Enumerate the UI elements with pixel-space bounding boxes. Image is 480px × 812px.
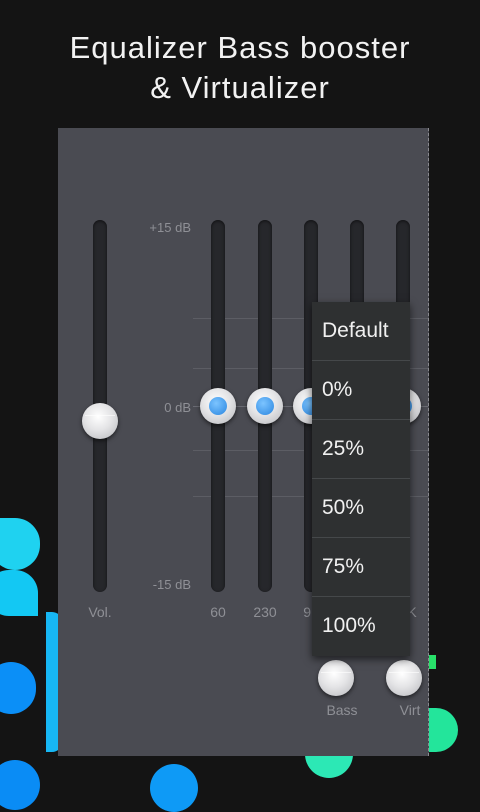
- band-label-60: 60: [210, 604, 226, 620]
- deco-shape-green-3: [428, 655, 436, 669]
- virtualizer-label: Virt: [399, 702, 421, 718]
- virtualizer-knob[interactable]: [386, 660, 422, 696]
- volume-label: Vol.: [88, 604, 112, 620]
- volume-slider-knob[interactable]: [82, 403, 118, 439]
- bass-label: Bass: [326, 702, 358, 718]
- deco-shape-blue-1: [0, 662, 36, 714]
- band-label-230: 230: [253, 604, 277, 620]
- menu-item-100-percent[interactable]: 100%: [312, 597, 410, 655]
- deco-shape-cyan-1: [0, 518, 40, 570]
- band-slider-knob-230[interactable]: [247, 388, 283, 424]
- db-label-mid: 0 dB: [164, 400, 191, 415]
- promo-headline: Equalizer Bass booster & Virtualizer: [0, 28, 480, 108]
- deco-shape-blue-4: [150, 764, 198, 812]
- menu-item-default[interactable]: Default: [312, 302, 410, 361]
- menu-item-25-percent[interactable]: 25%: [312, 420, 410, 479]
- band-slider-knob-60[interactable]: [200, 388, 236, 424]
- deco-shape-blue-3: [0, 760, 40, 810]
- db-label-top: +15 dB: [149, 220, 191, 235]
- deco-shape-green-2: [428, 708, 458, 752]
- headline-line-1: Equalizer Bass booster: [69, 30, 411, 65]
- menu-item-75-percent[interactable]: 75%: [312, 538, 410, 597]
- menu-item-0-percent[interactable]: 0%: [312, 361, 410, 420]
- bass-boost-knob[interactable]: [318, 660, 354, 696]
- deco-shape-cyan-2: [0, 570, 38, 616]
- menu-item-50-percent[interactable]: 50%: [312, 479, 410, 538]
- preset-dropdown-menu: Default 0% 25% 50% 75% 100%: [312, 302, 410, 656]
- db-label-bottom: -15 dB: [152, 577, 191, 592]
- headline-line-2: & Virtualizer: [150, 70, 330, 105]
